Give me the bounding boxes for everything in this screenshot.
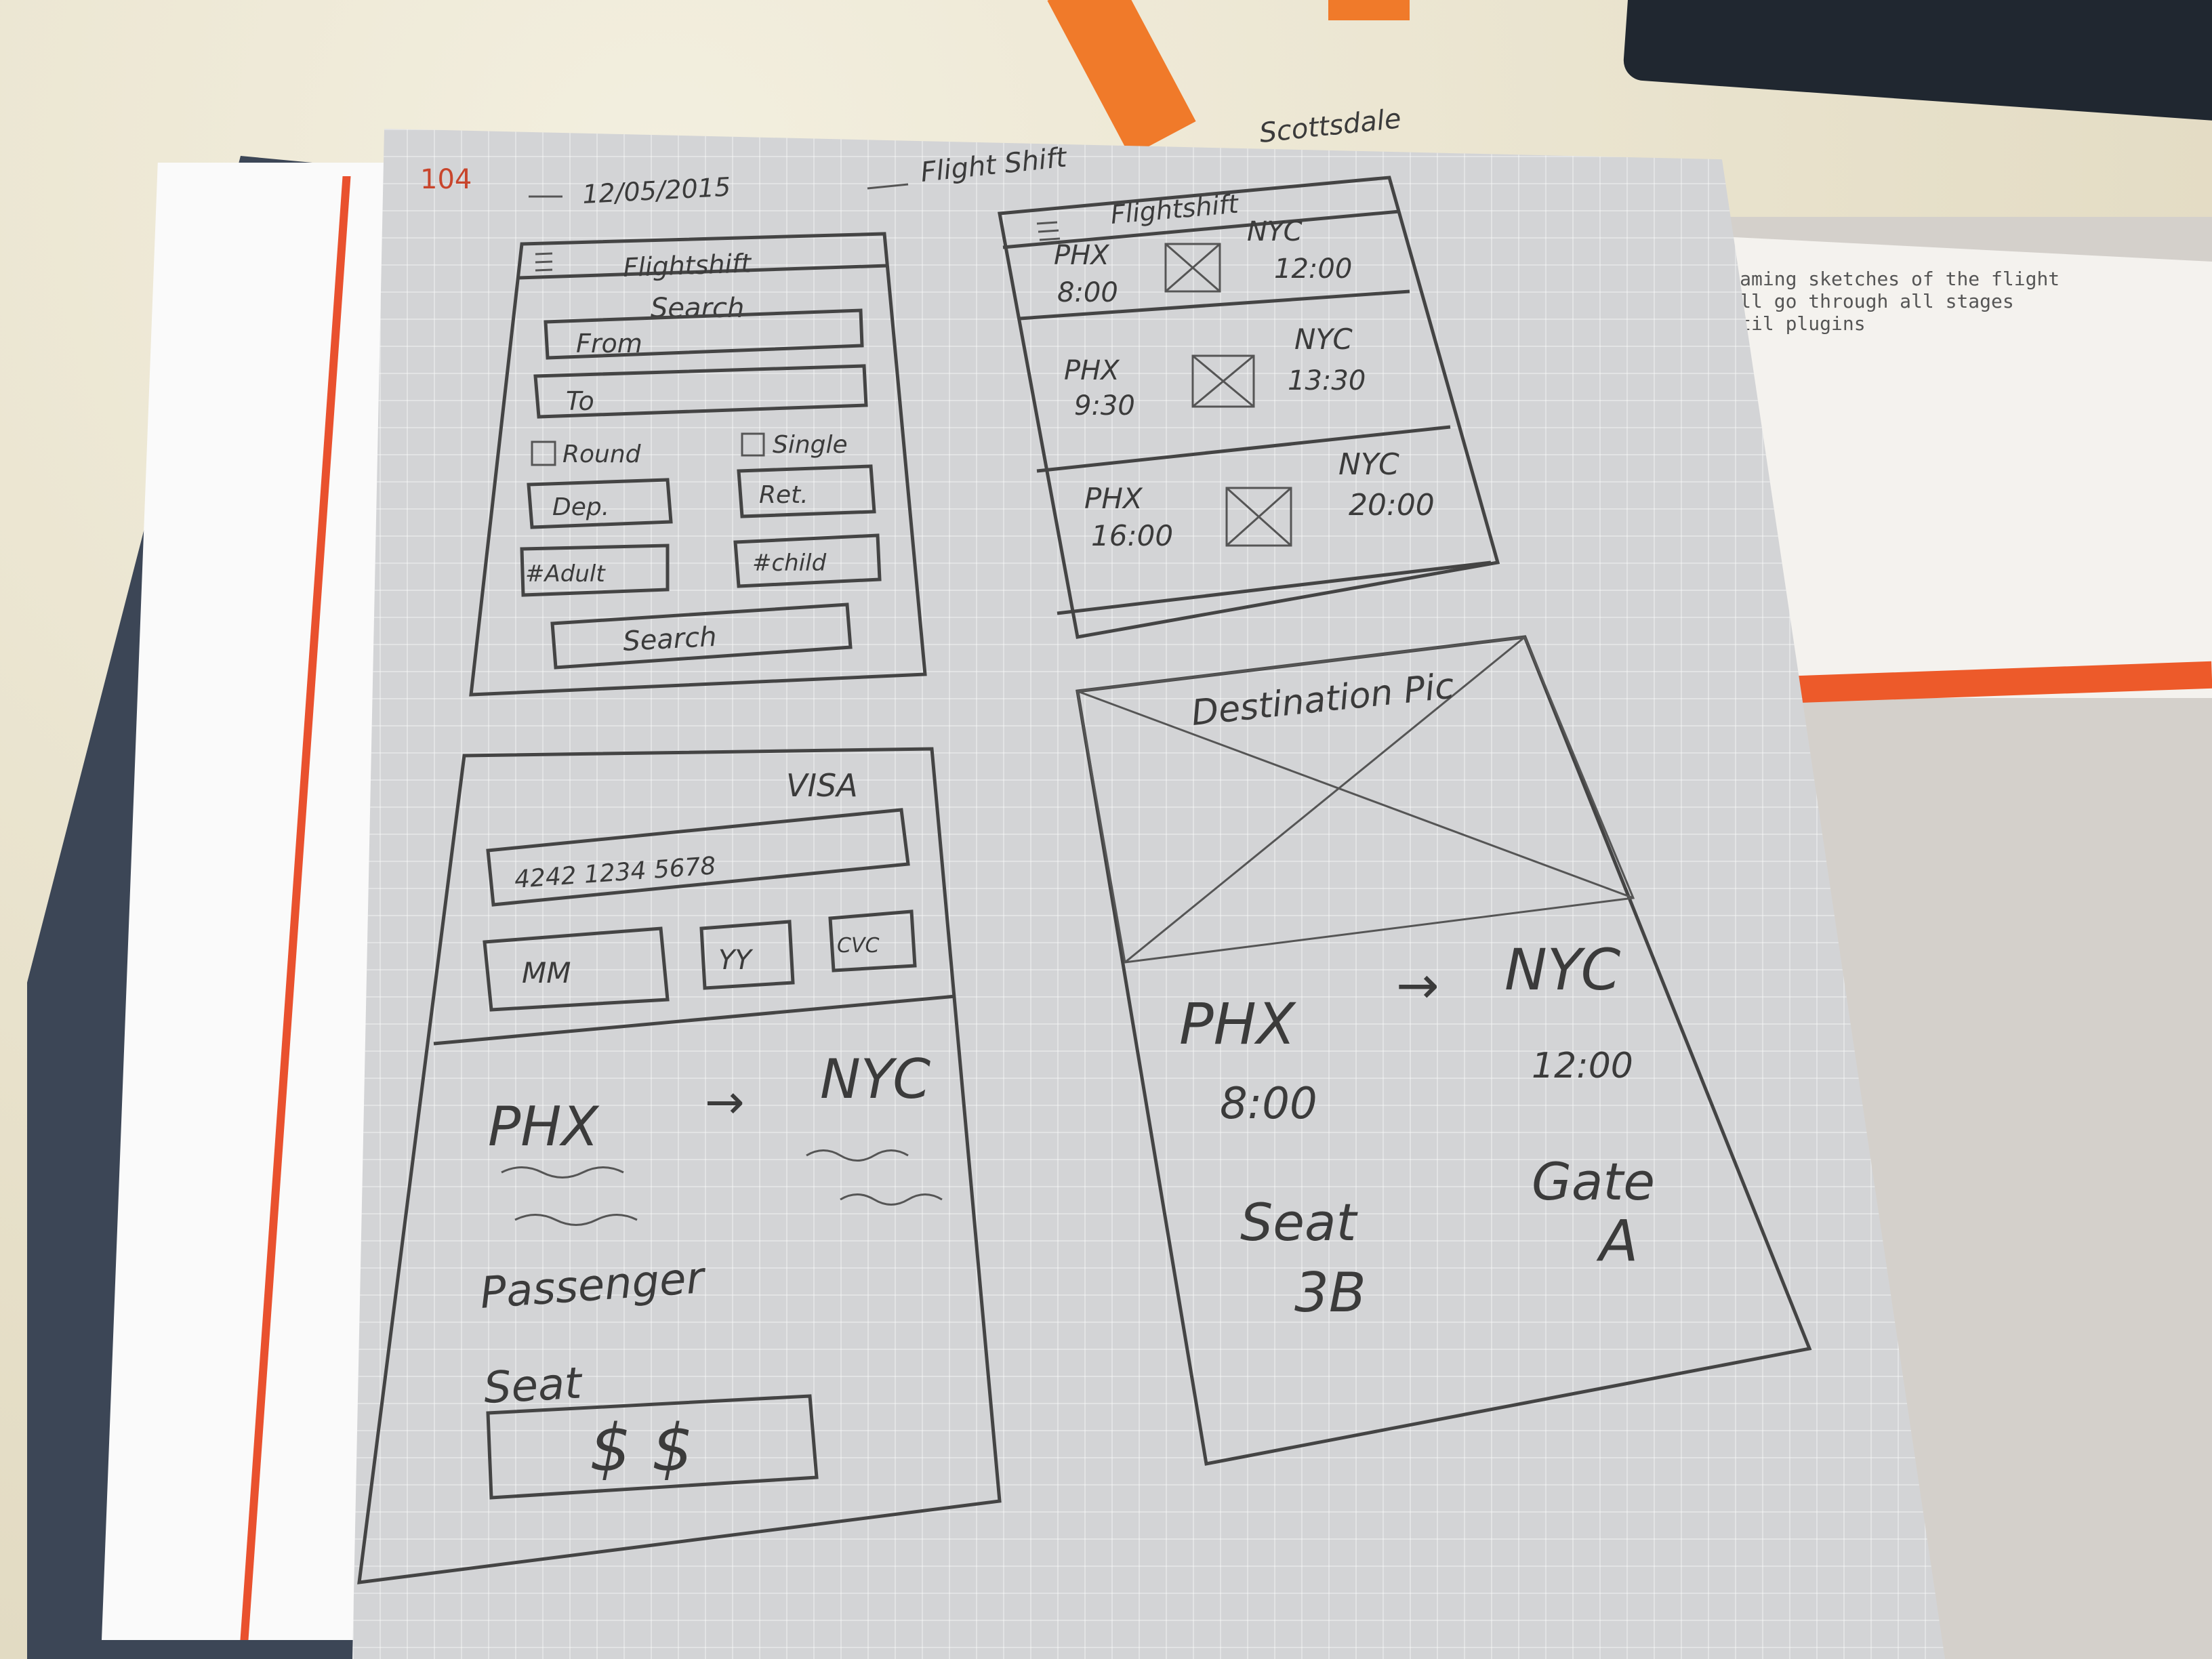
cvc-input: CVC [837,934,879,958]
ticket-route-to: NYC [1504,937,1621,1003]
ticket-screen-wireframe: Destination Pic PHX → NYC 8:00 12:00 Sea… [1076,635,1812,1466]
ticket-seat-value: 3B [1294,1261,1366,1324]
round-checkbox [531,441,556,466]
from-input: From [576,329,642,359]
card-number-input: 4242 1234 5678 [514,852,717,894]
flight-row: PHX 9:30 NYC 13:30 [1064,323,1366,422]
year-input: YY [718,945,754,976]
ticket-gate-label: Gate [1532,1151,1655,1212]
adult-count-field: #Adult [525,560,606,588]
results-screen-wireframe: Flightshift PHX 8:00 NYC 12:00 PHX 9:30 … [998,176,1500,639]
svg-text:16:00: 16:00 [1091,519,1173,552]
svg-text:NYC: NYC [1247,216,1303,247]
svg-text:9:30: 9:30 [1074,390,1135,422]
child-count-field: #child [752,550,827,577]
svg-text:8:00: 8:00 [1057,277,1118,308]
svg-text:PHX: PHX [1054,240,1110,271]
sketch-date: 12/05/2015 [581,172,731,209]
single-checkbox [741,432,765,457]
month-input: MM [522,956,571,989]
ticket-route-arrow: → [1396,955,1439,1015]
to-input: To [566,386,594,416]
passenger-label: Passenger [478,1253,708,1319]
card-brand: VISA [786,767,858,804]
svg-text:NYC: NYC [1338,447,1399,482]
ticket-gate-value: A [1596,1208,1638,1274]
return-date-field: Ret. [759,481,808,509]
svg-text:PHX: PHX [1084,482,1143,515]
single-label: Single [773,431,848,459]
search-screen-wireframe: Flightshift Search From To Round Single … [469,232,927,697]
search-button: Search [622,621,718,657]
airline-image-placeholder [1164,243,1221,293]
svg-text:NYC: NYC [1294,323,1353,356]
svg-text:13:30: 13:30 [1288,365,1366,396]
svg-text:20:00: 20:00 [1349,488,1435,523]
menu-icon [1036,221,1061,241]
departure-date-field: Dep. [552,493,609,521]
svg-text:PHX: PHX [1064,355,1120,386]
app-title: Flightshift [1109,188,1241,229]
ticket-seat-label: Seat [1240,1192,1359,1252]
pay-button: $ $ [590,1410,693,1486]
search-heading: Search [651,293,744,324]
app-title: Flightshift [623,248,753,283]
airline-image-placeholder [1191,354,1255,408]
sketch-project: Flight Shift [919,142,1069,188]
svg-text:12:00: 12:00 [1274,253,1352,285]
route-to: NYC [820,1048,930,1111]
airline-image-placeholder [1225,487,1292,547]
route-from: PHX [488,1095,600,1158]
ticket-depart-time: 8:00 [1220,1079,1317,1129]
flight-row: PHX 16:00 NYC 20:00 [1084,447,1435,552]
page-number: 104 [420,164,472,195]
ticket-route-from: PHX [1179,991,1297,1057]
wireframe-sketches: 104 12/05/2015 Flight Shift Scottsdale F… [357,103,1812,1584]
route-arrow: → [705,1074,745,1130]
menu-icon [535,252,553,272]
seat-label: Seat [483,1358,585,1414]
round-label: Round [562,441,642,468]
sketch-location: Scottsdale [1258,103,1402,149]
payment-screen-wireframe: VISA 4242 1234 5678 MM YY CVC PHX → NYC … [357,747,1002,1584]
ticket-arrive-time: 12:00 [1532,1046,1633,1086]
destination-image-label: Destination Pic [1189,666,1456,734]
